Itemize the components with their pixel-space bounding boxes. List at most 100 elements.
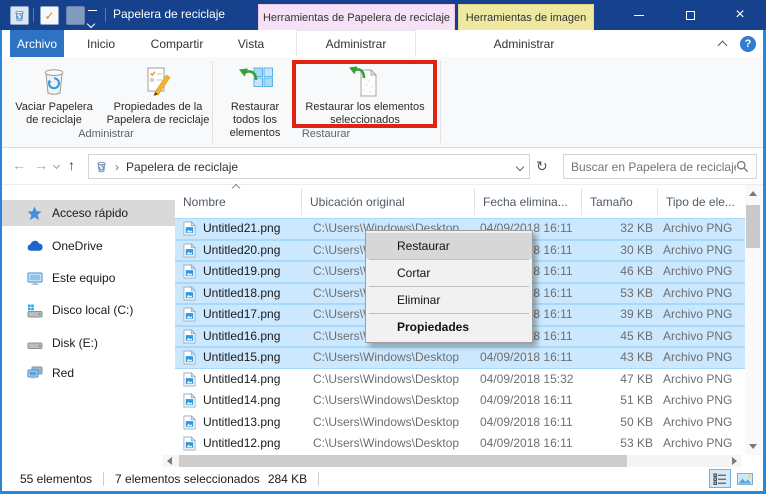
- collapse-ribbon-icon[interactable]: [718, 41, 728, 51]
- file-type: Archivo PNG: [663, 347, 743, 369]
- scroll-down-icon[interactable]: [749, 444, 757, 449]
- table-row[interactable]: Untitled13.png C:\Users\Windows\Desktop …: [175, 412, 745, 434]
- address-bar[interactable]: › Papelera de reciclaje: [88, 154, 530, 179]
- recycle-bin-icon[interactable]: [10, 6, 29, 25]
- sidebar-item-onedrive[interactable]: OneDrive: [0, 233, 175, 259]
- group-label-administrar: Administrar: [0, 128, 212, 140]
- title-bar: ✓ Papelera de reciclaje Herramientas de …: [0, 0, 766, 30]
- table-row[interactable]: Untitled12.png C:\Users\Windows\Desktop …: [175, 433, 745, 455]
- vertical-scrollbar[interactable]: [745, 185, 761, 455]
- file-type: Archivo PNG: [663, 412, 743, 434]
- file-location: C:\Users\Windows\Desktop: [313, 347, 473, 369]
- sidebar-item-quick-access[interactable]: Acceso rápido: [0, 200, 175, 226]
- empty-recycle-bin-button[interactable]: Vaciar Papelera de reciclaje: [8, 61, 100, 127]
- tab-inicio[interactable]: Inicio: [72, 30, 130, 57]
- file-size: 46 KB: [565, 261, 653, 283]
- column-header-tamano[interactable]: Tamaño: [582, 188, 658, 215]
- restore-all-items-icon: [237, 61, 273, 101]
- sidebar-item-label: Este equipo: [52, 271, 115, 285]
- column-header-tipo[interactable]: Tipo de ele...: [658, 188, 745, 215]
- tab-compartir[interactable]: Compartir: [134, 30, 220, 57]
- file-name: Untitled19.png: [203, 261, 309, 283]
- tab-administrar-papelera[interactable]: Administrar: [296, 30, 416, 57]
- sidebar-item-label: Disco local (C:): [52, 303, 133, 317]
- qat-disabled-icon: [66, 6, 85, 25]
- png-file-icon: [183, 243, 196, 258]
- file-size: 32 KB: [565, 218, 653, 240]
- file-location: C:\Users\Windows\Desktop: [313, 412, 473, 434]
- png-file-icon: [183, 307, 196, 322]
- search-box[interactable]: [563, 154, 757, 179]
- context-menu: Restaurar Cortar Eliminar Propiedades: [365, 230, 533, 343]
- minimize-icon: [634, 15, 644, 16]
- forward-button[interactable]: →: [34, 157, 48, 173]
- sidebar-item-disk-e[interactable]: Disk (E:): [0, 330, 175, 356]
- details-view-icon: [713, 473, 727, 485]
- back-button[interactable]: ←: [12, 157, 26, 173]
- help-button[interactable]: ?: [740, 36, 756, 52]
- search-input[interactable]: [571, 160, 736, 174]
- file-size: 51 KB: [565, 390, 653, 412]
- address-dropdown-icon[interactable]: [516, 162, 524, 170]
- maximize-icon: [686, 11, 695, 20]
- up-button[interactable]: ↑: [68, 157, 75, 173]
- table-row[interactable]: Untitled14.png C:\Users\Windows\Desktop …: [175, 369, 745, 391]
- minimize-button[interactable]: [622, 0, 656, 30]
- png-file-icon: [183, 329, 196, 344]
- vertical-scrollbar-thumb[interactable]: [746, 205, 760, 248]
- scroll-left-icon[interactable]: [167, 457, 172, 465]
- qat-customize-icon[interactable]: [88, 10, 97, 32]
- thumbnails-view-button[interactable]: [734, 469, 756, 488]
- red-highlight-box: [292, 60, 437, 128]
- context-menu-item[interactable]: Eliminar: [366, 287, 532, 313]
- sidebar-item-label: Acceso rápido: [52, 206, 128, 220]
- png-file-icon: [183, 350, 196, 365]
- context-menu-item[interactable]: Restaurar: [366, 233, 532, 259]
- onedrive-cloud-icon: [26, 238, 43, 254]
- maximize-button[interactable]: [673, 0, 707, 30]
- file-name: Untitled16.png: [203, 326, 309, 348]
- table-row[interactable]: Untitled15.png C:\Users\Windows\Desktop …: [175, 347, 745, 369]
- file-size: 43 KB: [565, 347, 653, 369]
- horizontal-scrollbar[interactable]: [163, 455, 741, 467]
- sidebar-item-this-pc[interactable]: Este equipo: [0, 265, 175, 291]
- file-type: Archivo PNG: [663, 304, 743, 326]
- sidebar-item-label: OneDrive: [52, 239, 103, 253]
- column-header-ubicacion[interactable]: Ubicación original: [302, 188, 475, 215]
- close-button[interactable]: ×: [723, 0, 757, 30]
- table-row[interactable]: Untitled14.png C:\Users\Windows\Desktop …: [175, 390, 745, 412]
- items-count: 55 elementos: [20, 472, 92, 486]
- scroll-right-icon[interactable]: [732, 457, 737, 465]
- png-file-icon: [183, 264, 196, 279]
- file-name: Untitled18.png: [203, 283, 309, 305]
- tab-archivo[interactable]: Archivo: [10, 30, 64, 57]
- column-headers: Nombre Ubicación original Fecha elimina.…: [175, 185, 745, 218]
- tab-administrar-imagen[interactable]: Administrar: [460, 30, 588, 57]
- status-separator: [318, 472, 319, 486]
- search-icon[interactable]: [736, 160, 749, 173]
- scroll-up-icon[interactable]: [749, 191, 757, 196]
- recent-locations-icon[interactable]: [53, 162, 60, 169]
- file-name: Untitled20.png: [203, 240, 309, 262]
- horizontal-scrollbar-thumb[interactable]: [179, 455, 627, 467]
- ribbon: Vaciar Papelera de reciclaje Propiedades…: [0, 57, 766, 148]
- breadcrumb[interactable]: Papelera de reciclaje: [126, 160, 238, 174]
- column-header-fecha[interactable]: Fecha elimina...: [475, 188, 582, 215]
- sidebar-item-network[interactable]: Red: [0, 360, 175, 386]
- context-menu-item[interactable]: Propiedades: [366, 314, 532, 340]
- details-view-button[interactable]: [709, 469, 731, 488]
- selection-size: 284 KB: [268, 472, 307, 486]
- contextual-tab-image-tools[interactable]: Herramientas de imagen: [458, 4, 594, 30]
- sidebar-item-local-disk-c[interactable]: Disco local (C:): [0, 297, 175, 323]
- tab-vista[interactable]: Vista: [224, 30, 278, 57]
- recycle-bin-properties-button[interactable]: Propiedades de la Papelera de reciclaje: [102, 61, 214, 127]
- refresh-button[interactable]: ↻: [536, 158, 548, 174]
- empty-recycle-bin-label: Vaciar Papelera de reciclaje: [8, 101, 100, 127]
- file-name: Untitled14.png: [203, 390, 309, 412]
- file-location: C:\Users\Windows\Desktop: [313, 369, 473, 391]
- ribbon-group-separator: [440, 61, 441, 143]
- qat-properties-icon[interactable]: ✓: [40, 6, 59, 25]
- column-header-nombre[interactable]: Nombre: [175, 188, 302, 215]
- context-menu-item[interactable]: Cortar: [366, 260, 532, 286]
- contextual-tab-recycle-tools[interactable]: Herramientas de Papelera de reciclaje: [258, 4, 455, 30]
